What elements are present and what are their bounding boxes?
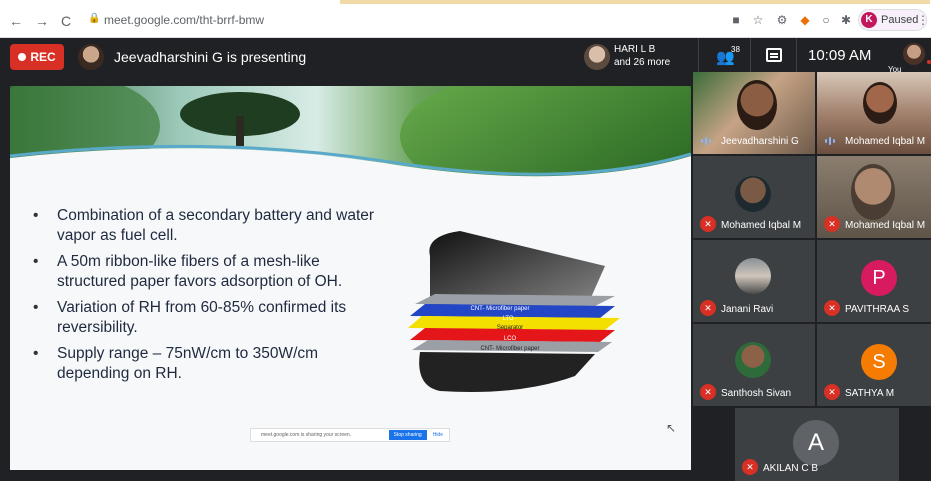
speaking-indicator <box>825 137 839 145</box>
mic-off-icon: ✕ <box>824 216 840 232</box>
share-message: meet.google.com is sharing your screen. <box>261 432 352 438</box>
participant-name: SATHYA M <box>845 388 895 399</box>
mic-off-icon: ✕ <box>824 384 840 400</box>
mouse-cursor-icon: ↖ <box>666 421 677 435</box>
bullet-item: Combination of a secondary battery and w… <box>30 206 390 246</box>
address-bar[interactable]: 🔒 meet.google.com/tht-brrf-bmw <box>84 9 704 31</box>
back-button[interactable]: ← <box>8 13 24 29</box>
profile-status: Paused <box>881 14 919 26</box>
participant-tile[interactable]: P ✕ PAVITHRAA S <box>817 240 931 322</box>
participant-tile[interactable]: ✕ Santhosh Sivan <box>693 324 815 406</box>
reload-button[interactable]: C <box>58 13 74 29</box>
participant-avatar: S <box>861 344 897 380</box>
participant-avatar <box>584 44 610 70</box>
participant-name: AKILAN C B <box>763 463 819 474</box>
profile-avatar: K <box>861 12 877 28</box>
cnt-bottom-layer <box>419 352 595 392</box>
hide-button[interactable]: Hide <box>427 432 449 438</box>
participant-name: Mohamed Iqbal M <box>721 220 802 231</box>
mic-off-icon: ✕ <box>824 300 840 316</box>
participant-name: Jeevadharshini G <box>721 136 799 147</box>
menu-icon[interactable]: ⋮ <box>915 12 931 28</box>
star-icon[interactable]: ☆ <box>750 12 766 28</box>
participant-name: Santhosh Sivan <box>721 388 792 399</box>
participant-tile[interactable]: Mohamed Iqbal M <box>817 72 931 154</box>
stop-sharing-button[interactable]: Stop sharing <box>388 430 427 440</box>
speaking-indicator <box>701 137 715 145</box>
participant-count: 38 <box>731 45 740 54</box>
rec-label: REC <box>30 50 56 64</box>
url-text: meet.google.com/tht-brrf-bmw <box>104 13 265 27</box>
diagram-label: CNT- Microfiber paper <box>470 306 529 312</box>
participant-tile[interactable]: ✕ Mohamed Iqbal M <box>693 156 815 238</box>
battery-layer-diagram: CNT- Microfiber paper LTO Separator LCO … <box>408 231 620 392</box>
browser-toolbar: ← → C 🔒 meet.google.com/tht-brrf-bmw ■ ☆… <box>0 0 931 38</box>
presenting-text: Jeevadharshini G is presenting <box>114 49 307 65</box>
participant-name: HARI L B <box>614 44 656 55</box>
participant-name: Mohamed Iqbal M <box>845 136 926 147</box>
diagram-label: LCO <box>504 336 517 342</box>
mic-off-icon: ✕ <box>742 459 758 475</box>
participant-tile[interactable]: ✕ Mohamed Iqbal M <box>817 156 931 238</box>
shared-screen: Combination of a secondary battery and w… <box>10 86 691 470</box>
participant-name: Mohamed Iqbal M <box>845 220 926 231</box>
participant-avatar: P <box>861 260 897 296</box>
record-dot-icon <box>18 53 27 61</box>
participant-summary[interactable]: HARI L B and 26 more <box>614 43 670 69</box>
extension-icon-3[interactable]: ○ <box>818 12 834 28</box>
slide-header-graphic <box>10 86 691 196</box>
mic-off-icon: ✕ <box>700 216 716 232</box>
mic-off-icon: ✕ <box>700 384 716 400</box>
diagram-label: Separator <box>497 325 523 331</box>
puzzle-icon[interactable]: ✱ <box>838 12 854 28</box>
diagram-label: LTO <box>502 316 513 322</box>
participant-name: Janani Ravi <box>721 304 774 315</box>
bullet-item: Variation of RH from 60-85% confirmed it… <box>30 298 390 338</box>
extension-icon[interactable]: ⚙ <box>774 12 790 28</box>
participant-name: PAVITHRAA S <box>845 304 910 315</box>
bullet-item: A 50m ribbon-like fibers of a mesh-like … <box>30 252 390 292</box>
participant-more: and 26 more <box>614 57 671 68</box>
slide-bullets: Combination of a secondary battery and w… <box>30 206 390 390</box>
camera-icon[interactable]: ■ <box>728 12 744 28</box>
bullet-item: Supply range – 75nW/cm to 350W/cm depend… <box>30 344 390 384</box>
participant-tile[interactable]: A ✕ AKILAN C B <box>735 408 899 481</box>
notification-dot <box>927 60 931 64</box>
mic-off-icon: ✕ <box>700 300 716 316</box>
participant-avatar: A <box>793 420 839 466</box>
self-avatar[interactable] <box>903 43 925 65</box>
participant-tile[interactable]: S ✕ SATHYA M <box>817 324 931 406</box>
recording-badge: REC <box>10 44 64 70</box>
share-banner: meet.google.com is sharing your screen. … <box>250 428 450 442</box>
forward-button[interactable]: → <box>34 13 50 29</box>
presenter-avatar <box>78 44 104 70</box>
participant-tile[interactable]: Jeevadharshini G <box>693 72 815 154</box>
meeting-time: 10:09 AM <box>808 47 872 64</box>
participant-tile[interactable]: ✕ Janani Ravi <box>693 240 815 322</box>
extension-icon-2[interactable]: ◆ <box>797 12 813 28</box>
chat-icon[interactable] <box>766 48 782 62</box>
tab-strip <box>340 0 930 4</box>
lock-icon: 🔒 <box>88 13 101 24</box>
diagram-label: CNT- Microfiber paper <box>480 346 539 352</box>
